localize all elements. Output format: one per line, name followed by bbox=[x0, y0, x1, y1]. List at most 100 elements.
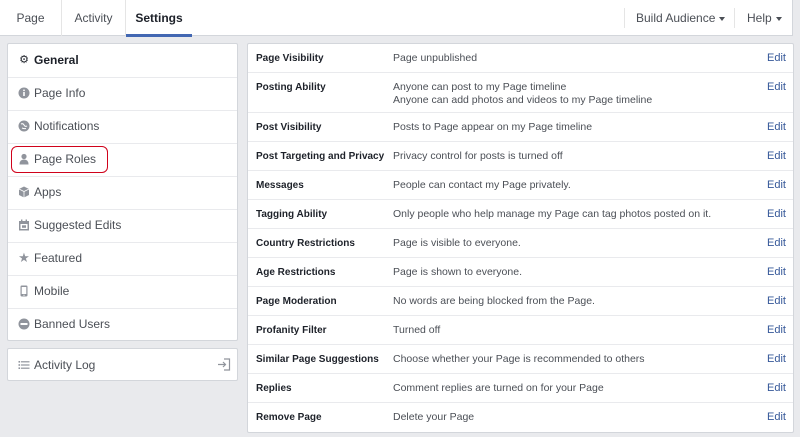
edit-link[interactable]: Edit bbox=[767, 179, 786, 191]
settings-row-country-restrictions: Country Restrictions Page is visible to … bbox=[248, 229, 793, 258]
edit-link[interactable]: Edit bbox=[767, 353, 786, 365]
help-label: Help bbox=[747, 11, 772, 25]
sidebar-item-suggested-edits[interactable]: Suggested Edits bbox=[8, 209, 237, 242]
setting-name: Remove Page bbox=[256, 412, 322, 423]
settings-row-post-targeting: Post Targeting and Privacy Privacy contr… bbox=[248, 142, 793, 171]
setting-name: Post Visibility bbox=[256, 122, 322, 133]
setting-name: Tagging Ability bbox=[256, 209, 328, 220]
setting-name: Replies bbox=[256, 383, 292, 394]
setting-value: Privacy control for posts is turned off bbox=[393, 150, 563, 162]
sign-in-icon[interactable] bbox=[217, 358, 231, 371]
edit-link[interactable]: Edit bbox=[767, 121, 786, 133]
settings-row-page-moderation: Page Moderation No words are being block… bbox=[248, 287, 793, 316]
info-icon bbox=[18, 87, 30, 99]
gear-icon: ⚙ bbox=[19, 54, 29, 66]
sidebar-item-apps[interactable]: Apps bbox=[8, 176, 237, 209]
sidebar-item-label: Banned Users bbox=[34, 317, 111, 331]
setting-value: Choose whether your Page is recommended … bbox=[393, 353, 645, 365]
sidebar-item-featured[interactable]: ★ Featured bbox=[8, 242, 237, 275]
edit-link[interactable]: Edit bbox=[767, 266, 786, 278]
tab-page-label: Page bbox=[16, 11, 45, 25]
settings-row-age-restrictions: Age Restrictions Page is shown to everyo… bbox=[248, 258, 793, 287]
edit-link[interactable]: Edit bbox=[767, 382, 786, 394]
setting-name: Page Moderation bbox=[256, 296, 337, 307]
sidebar-item-page-roles[interactable]: Page Roles bbox=[8, 143, 237, 176]
sidebar-item-label: Apps bbox=[34, 185, 62, 199]
activity-log-label: Activity Log bbox=[34, 358, 96, 372]
setting-name: Age Restrictions bbox=[256, 267, 336, 278]
setting-name: Country Restrictions bbox=[256, 238, 355, 249]
setting-value: Page unpublished bbox=[393, 52, 478, 64]
build-audience-label: Build Audience bbox=[636, 11, 716, 25]
setting-value: Turned off bbox=[393, 324, 441, 336]
sidebar-item-label: Page Info bbox=[34, 86, 86, 100]
setting-value: Only people who help manage my Page can … bbox=[393, 208, 712, 220]
settings-row-post-visibility: Post Visibility Posts to Page appear on … bbox=[248, 113, 793, 142]
setting-value: No words are being blocked from the Page… bbox=[393, 295, 595, 307]
settings-row-similar-page-suggestions: Similar Page Suggestions Choose whether … bbox=[248, 345, 793, 374]
sidebar-item-label: Notifications bbox=[34, 119, 100, 133]
edit-link[interactable]: Edit bbox=[767, 81, 786, 93]
divider bbox=[624, 8, 625, 28]
sidebar-item-label: Mobile bbox=[34, 284, 70, 298]
list-icon bbox=[18, 359, 30, 371]
divider bbox=[734, 8, 735, 28]
edit-link[interactable]: Edit bbox=[767, 324, 786, 336]
settings-row-page-visibility: Page Visibility Page unpublished Edit bbox=[248, 44, 793, 73]
setting-value: Posts to Page appear on my Page timeline bbox=[393, 121, 593, 133]
setting-name: Messages bbox=[256, 180, 304, 191]
sidebar-item-general[interactable]: ⚙ General bbox=[8, 44, 237, 77]
setting-name: Post Targeting and Privacy bbox=[256, 151, 385, 162]
build-audience-menu[interactable]: Build Audience bbox=[636, 0, 726, 36]
ban-icon bbox=[18, 318, 30, 330]
sidebar-item-notifications[interactable]: Notifications bbox=[8, 110, 237, 143]
top-navigation-bar: Page Activity Settings Build Audience He… bbox=[0, 0, 793, 37]
cube-icon bbox=[18, 186, 30, 198]
general-settings-table: Page Visibility Page unpublished Edit Po… bbox=[247, 43, 794, 433]
setting-name: Page Visibility bbox=[256, 53, 324, 64]
tab-activity-label: Activity bbox=[74, 11, 113, 25]
setting-value: Delete your Page bbox=[393, 411, 475, 423]
tab-activity[interactable]: Activity bbox=[62, 0, 126, 36]
tab-page[interactable]: Page bbox=[0, 0, 62, 36]
settings-row-tagging-ability: Tagging Ability Only people who help man… bbox=[248, 200, 793, 229]
setting-name: Profanity Filter bbox=[256, 325, 327, 336]
tab-settings[interactable]: Settings bbox=[126, 0, 192, 37]
setting-value: Anyone can post to my Page timeline bbox=[393, 81, 567, 93]
edit-link[interactable]: Edit bbox=[767, 237, 786, 249]
sidebar-item-label: Suggested Edits bbox=[34, 218, 122, 232]
edit-link[interactable]: Edit bbox=[767, 295, 786, 307]
settings-row-profanity-filter: Profanity Filter Turned off Edit bbox=[248, 316, 793, 345]
settings-row-remove-page: Remove Page Delete your Page Edit bbox=[248, 403, 793, 432]
setting-value: Page is shown to everyone. bbox=[393, 266, 522, 278]
settings-row-replies: Replies Comment replies are turned on fo… bbox=[248, 374, 793, 403]
sidebar-item-banned-users[interactable]: Banned Users bbox=[8, 308, 237, 341]
edit-link[interactable]: Edit bbox=[767, 150, 786, 162]
calendar-icon bbox=[18, 219, 30, 231]
settings-row-posting-ability: Posting Ability Anyone can post to my Pa… bbox=[248, 73, 793, 113]
setting-value-secondary: Anyone can add photos and videos to my P… bbox=[393, 94, 653, 106]
activity-log-row: Activity Log bbox=[8, 349, 237, 382]
caret-down-icon bbox=[719, 16, 726, 21]
setting-value: People can contact my Page privately. bbox=[393, 179, 571, 191]
sidebar-item-page-info[interactable]: Page Info bbox=[8, 77, 237, 110]
person-icon bbox=[18, 153, 30, 165]
star-icon: ★ bbox=[18, 250, 30, 265]
edit-link[interactable]: Edit bbox=[767, 411, 786, 423]
caret-down-icon bbox=[775, 16, 782, 21]
settings-sidebar: ⚙ General Page Info Notifications Page R… bbox=[7, 43, 238, 341]
globe-icon bbox=[18, 120, 30, 132]
edit-link[interactable]: Edit bbox=[767, 208, 786, 220]
sidebar-item-label: General bbox=[34, 53, 79, 67]
sidebar-item-label: Featured bbox=[34, 251, 83, 265]
sidebar-item-label: Page Roles bbox=[34, 152, 97, 166]
setting-value: Page is visible to everyone. bbox=[393, 237, 521, 249]
edit-link[interactable]: Edit bbox=[767, 52, 786, 64]
activity-log-item[interactable]: Activity Log bbox=[7, 348, 238, 381]
tab-settings-label: Settings bbox=[135, 11, 183, 25]
sidebar-item-mobile[interactable]: Mobile bbox=[8, 275, 237, 308]
phone-icon bbox=[18, 285, 30, 297]
setting-value: Comment replies are turned on for your P… bbox=[393, 382, 604, 394]
help-menu[interactable]: Help bbox=[747, 0, 782, 36]
setting-name: Posting Ability bbox=[256, 82, 326, 93]
